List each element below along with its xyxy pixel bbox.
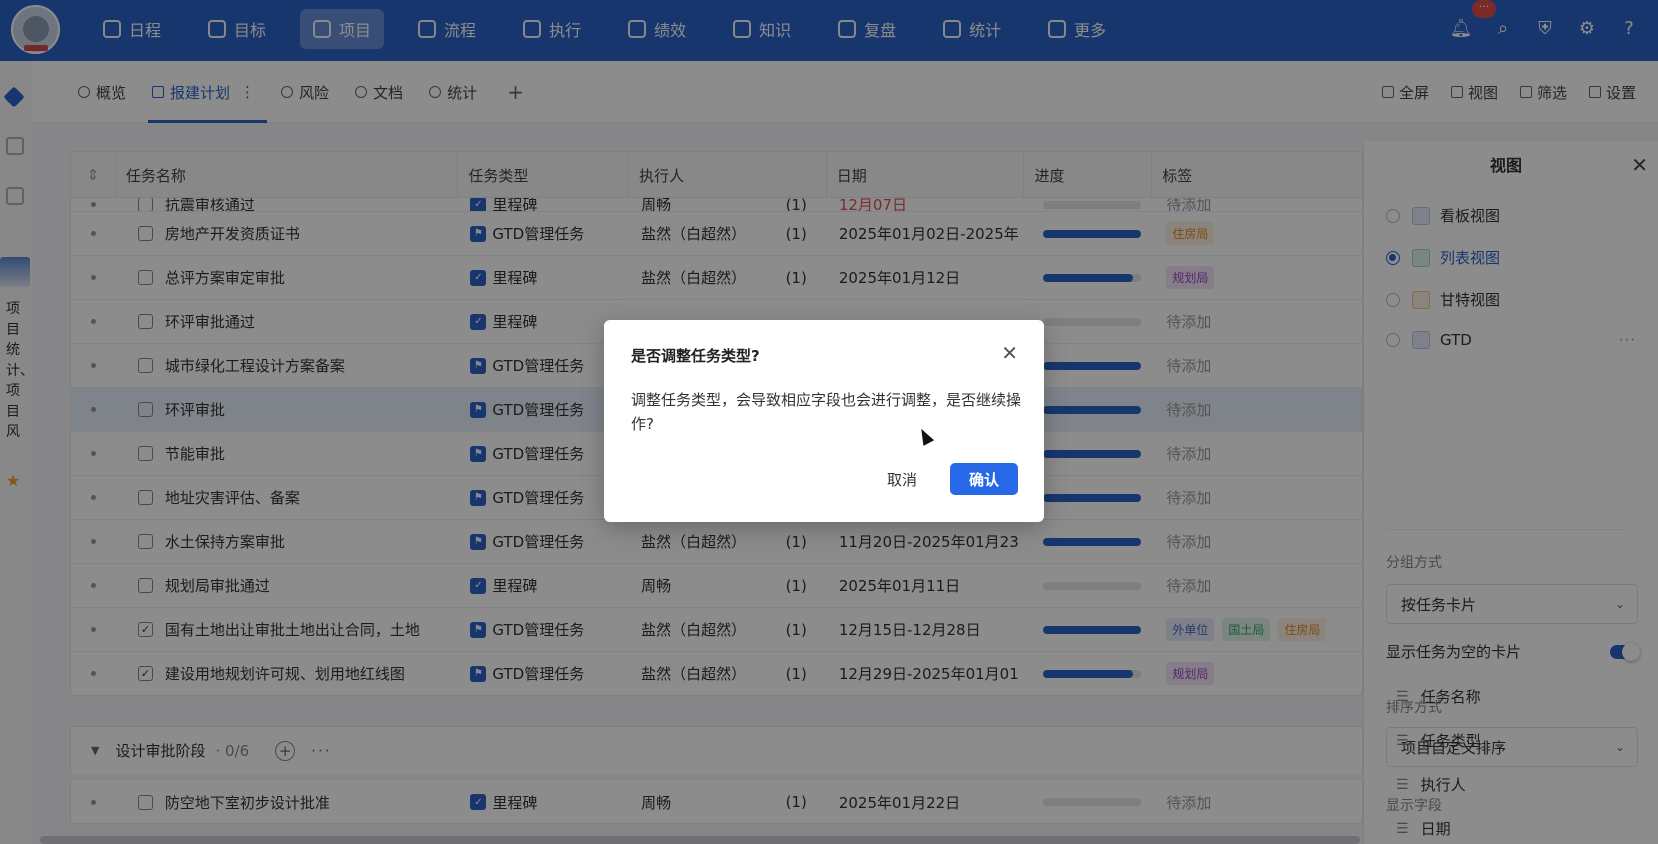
close-icon[interactable]: ✕ [1001,341,1018,365]
cancel-button[interactable]: 取消 [872,463,932,495]
dialog-message: 调整任务类型，会导致相应字段也会进行调整，是否继续操作? [631,391,1022,433]
confirm-button[interactable]: 确认 [950,463,1018,495]
dialog-title: 是否调整任务类型? [631,347,760,365]
confirm-dialog: 是否调整任务类型? ✕ 调整任务类型，会导致相应字段也会进行调整，是否继续操作?… [604,320,1044,522]
